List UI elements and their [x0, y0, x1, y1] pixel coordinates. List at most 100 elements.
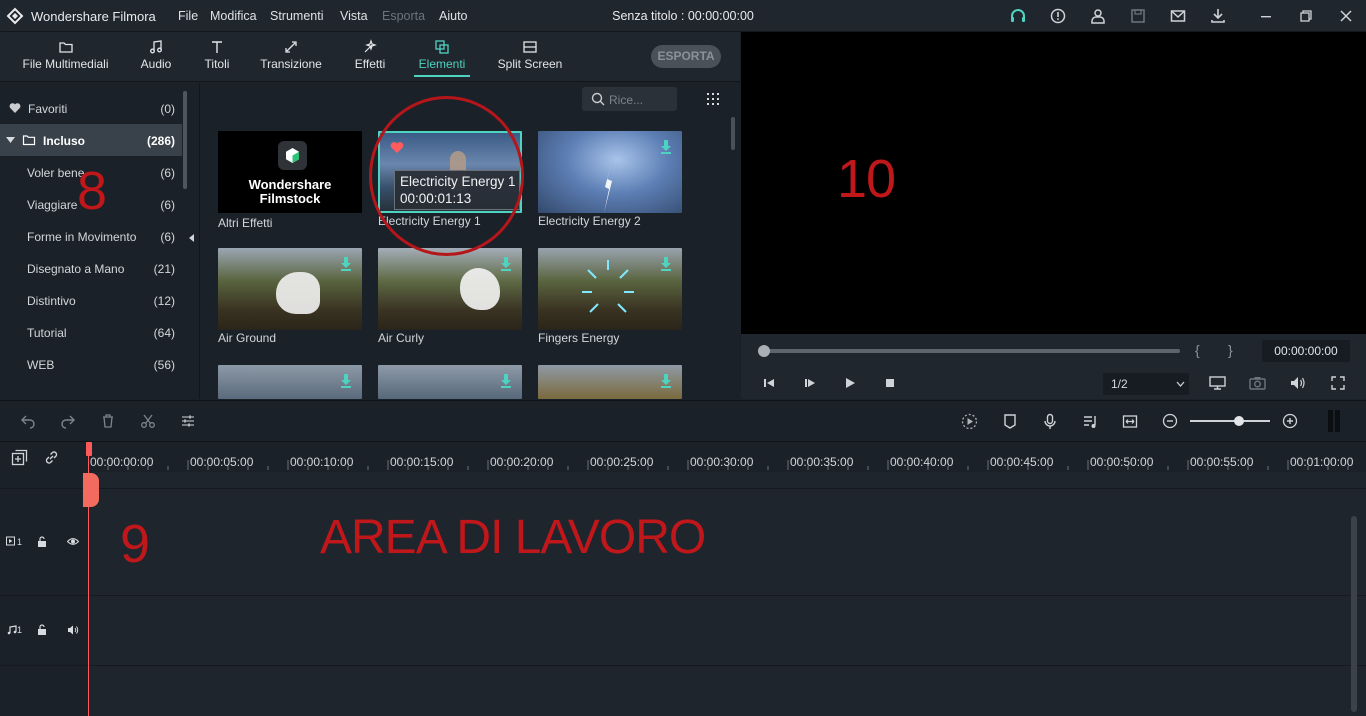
- download-arrow-icon[interactable]: [340, 374, 352, 388]
- thumbnail-air-curly[interactable]: [378, 248, 522, 330]
- split-screen-icon: [523, 41, 537, 53]
- download-icon[interactable]: [1209, 7, 1227, 25]
- snapshot-camera-icon[interactable]: [1249, 375, 1266, 391]
- menu-strumenti[interactable]: Strumenti: [270, 9, 324, 23]
- fullscreen-icon[interactable]: [1330, 375, 1346, 391]
- ruler-label: 00:01:00:00: [1290, 455, 1354, 469]
- lock-icon[interactable]: [37, 624, 47, 635]
- play-icon[interactable]: [843, 376, 857, 390]
- info-icon[interactable]: [1049, 7, 1067, 25]
- pause-bars-icon[interactable]: [1327, 410, 1341, 432]
- zoom-in-icon[interactable]: [1282, 413, 1298, 429]
- display-settings-icon[interactable]: [1209, 375, 1226, 391]
- microphone-icon[interactable]: [1042, 413, 1058, 430]
- adjust-icon[interactable]: [180, 413, 196, 429]
- ruler-label: 00:00:10:00: [290, 455, 354, 469]
- link-icon[interactable]: [43, 449, 60, 466]
- annotation-8: 8: [77, 161, 107, 221]
- sidebar-item-favoriti[interactable]: Favoriti (0): [0, 92, 182, 124]
- download-arrow-icon[interactable]: [660, 257, 672, 271]
- sidebar-item-distintivo[interactable]: Distintivo (12): [0, 284, 182, 316]
- thumbnail-partial[interactable]: [538, 365, 682, 399]
- tab-titoli[interactable]: Titoli: [196, 32, 238, 82]
- preview-scrubber-track[interactable]: [763, 349, 1180, 353]
- thumbnail-partial[interactable]: [218, 365, 362, 399]
- zoom-slider-handle[interactable]: [1234, 416, 1244, 426]
- menu-modifica[interactable]: Modifica: [210, 9, 257, 23]
- playhead-marker[interactable]: [86, 442, 92, 456]
- thumbnail-fingers-energy[interactable]: [538, 248, 682, 330]
- grid-view-icon[interactable]: [706, 92, 720, 106]
- sidebar-item-label: Favoriti: [28, 102, 68, 116]
- preview-quality-select[interactable]: 1/2: [1103, 373, 1189, 395]
- audio-mixer-icon[interactable]: [1082, 413, 1098, 430]
- account-icon[interactable]: [1089, 7, 1107, 25]
- marker-icon[interactable]: [1002, 413, 1018, 430]
- cut-icon[interactable]: [140, 413, 156, 429]
- minimize-icon[interactable]: [1257, 7, 1275, 25]
- tab-elementi[interactable]: Elementi: [414, 32, 470, 82]
- menu-file[interactable]: File: [178, 9, 198, 23]
- sidebar-item-forme-in-movimento[interactable]: Forme in Movimento (6): [0, 220, 182, 252]
- collapse-sidebar-icon[interactable]: [189, 234, 194, 242]
- download-arrow-icon[interactable]: [660, 140, 672, 154]
- volume-icon[interactable]: [1289, 375, 1306, 391]
- sidebar-item-tutorial[interactable]: Tutorial (64): [0, 316, 182, 348]
- restore-icon[interactable]: [1297, 7, 1315, 25]
- item-label: Air Curly: [378, 331, 425, 345]
- stop-icon[interactable]: [883, 376, 897, 390]
- redo-icon[interactable]: [60, 413, 76, 429]
- mail-icon[interactable]: [1169, 7, 1187, 25]
- sidebar-item-incluso[interactable]: Incluso (286): [0, 124, 182, 156]
- add-track-icon[interactable]: [11, 449, 28, 466]
- tab-split-screen[interactable]: Split Screen: [495, 32, 565, 82]
- speaker-icon[interactable]: [67, 625, 79, 635]
- zoom-slider-track[interactable]: [1190, 420, 1270, 422]
- download-arrow-icon[interactable]: [500, 374, 512, 388]
- timeline-scrollbar[interactable]: [1351, 516, 1357, 712]
- menu-esporta[interactable]: Esporta: [382, 9, 425, 23]
- delete-icon[interactable]: [100, 413, 116, 429]
- headset-icon[interactable]: [1009, 7, 1027, 25]
- thumbnail-electricity-energy-2[interactable]: [538, 131, 682, 213]
- download-arrow-icon[interactable]: [500, 257, 512, 271]
- heart-icon: [9, 103, 21, 113]
- thumbnail-partial[interactable]: [378, 365, 522, 399]
- search-input[interactable]: Rice...: [582, 87, 677, 111]
- undo-icon[interactable]: [20, 413, 36, 429]
- lock-icon[interactable]: [37, 536, 47, 547]
- playhead-handle[interactable]: [83, 473, 99, 507]
- ruler-label: 00:00:30:00: [690, 455, 754, 469]
- mark-in-icon[interactable]: {: [1195, 342, 1200, 358]
- tab-transizione[interactable]: Transizione: [257, 32, 325, 82]
- library-scrollbar[interactable]: [731, 117, 735, 150]
- lightning-shape: [604, 161, 612, 213]
- tab-audio[interactable]: Audio: [136, 32, 176, 82]
- tab-file-multimediali[interactable]: File Multimediali: [16, 32, 115, 82]
- eye-icon[interactable]: [67, 537, 79, 546]
- export-button[interactable]: ESPORTA: [651, 45, 721, 68]
- search-icon: [591, 92, 605, 106]
- thumbnail-air-ground[interactable]: [218, 248, 362, 330]
- menu-aiuto[interactable]: Aiuto: [439, 9, 468, 23]
- timeline-tracks[interactable]: [0, 472, 1366, 716]
- previous-frame-icon[interactable]: [762, 376, 776, 390]
- download-arrow-icon[interactable]: [340, 257, 352, 271]
- thumbnail-altri-effetti[interactable]: Wondershare Filmstock: [218, 131, 362, 213]
- track-divider: [0, 595, 1366, 596]
- fit-timeline-icon[interactable]: [1122, 413, 1138, 430]
- render-preview-icon[interactable]: [961, 413, 978, 430]
- close-icon[interactable]: [1337, 7, 1355, 25]
- download-arrow-icon[interactable]: [660, 374, 672, 388]
- preview-scrubber-handle[interactable]: [758, 345, 770, 357]
- save-icon[interactable]: [1129, 7, 1147, 25]
- sidebar-scrollbar[interactable]: [183, 91, 187, 189]
- item-label: Altri Effetti: [218, 216, 273, 230]
- zoom-out-icon[interactable]: [1162, 413, 1178, 429]
- sidebar-item-disegnato-a-mano[interactable]: Disegnato a Mano (21): [0, 252, 182, 284]
- sidebar-item-web[interactable]: WEB (56): [0, 348, 182, 380]
- play-frame-icon[interactable]: [803, 376, 817, 390]
- menu-vista[interactable]: Vista: [340, 9, 368, 23]
- mark-out-icon[interactable]: }: [1228, 342, 1233, 358]
- tab-effetti[interactable]: Effetti: [348, 32, 392, 82]
